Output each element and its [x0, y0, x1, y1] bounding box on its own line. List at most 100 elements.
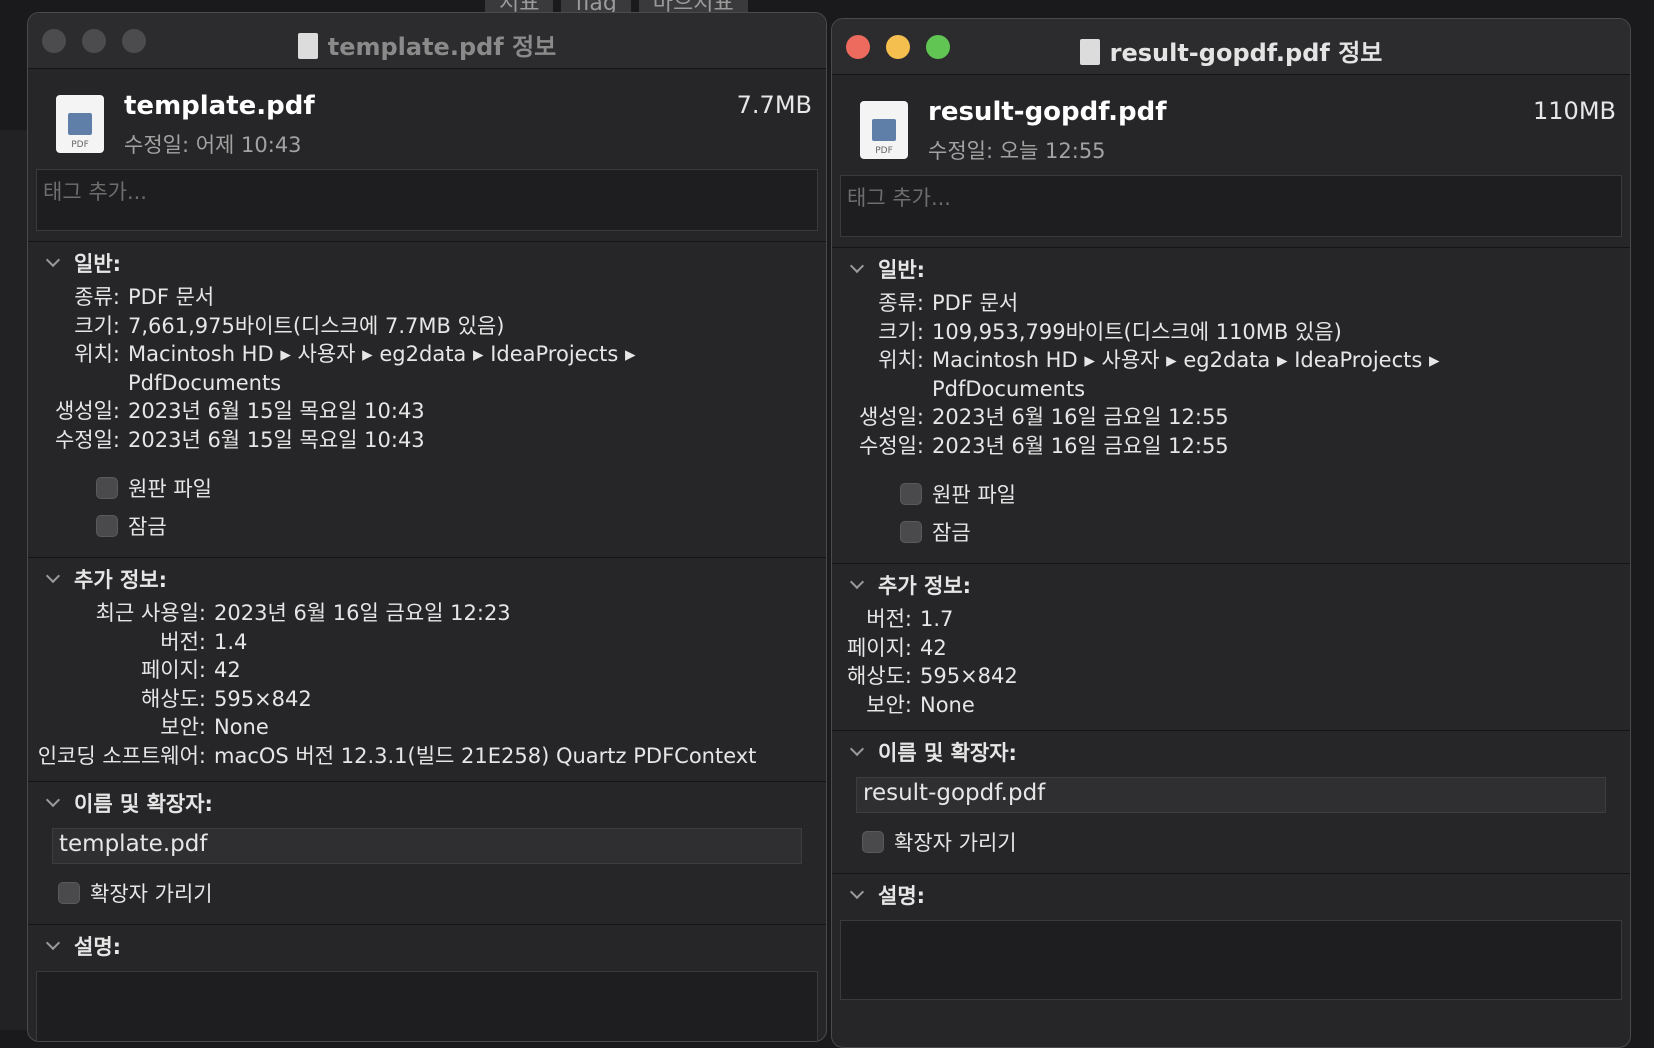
name-extension-section: 이름 및 확장자: template.pdf 확장자 가리기 — [28, 782, 826, 925]
encoding-software-value: macOS 버전 12.3.1(빌드 21E258) Quartz PDFCon… — [214, 743, 757, 768]
general-section-toggle[interactable]: 일반: — [832, 248, 1630, 290]
chevron-down-icon — [45, 935, 61, 951]
modified-value: 2023년 6월 15일 목요일 10:43 — [128, 427, 425, 452]
chevron-down-icon — [849, 574, 865, 590]
where-label: 위치: — [878, 348, 924, 372]
version-value: 1.7 — [920, 607, 954, 631]
where-label: 위치: — [74, 342, 120, 366]
pages-label: 페이지: — [846, 635, 912, 660]
locked-checkbox[interactable]: 잠금 — [96, 507, 826, 545]
last-opened-value: 2023년 6월 16일 금요일 12:23 — [214, 601, 511, 625]
general-section-toggle[interactable]: 일반: — [28, 242, 826, 284]
encoding-software-label: 인코딩 소프트웨어: — [37, 743, 206, 768]
security-label: 보안: — [160, 715, 206, 739]
created-value: 2023년 6월 16일 금요일 12:55 — [932, 405, 1229, 429]
background-window-edge — [0, 130, 28, 1030]
locked-label: 잠금 — [932, 521, 971, 545]
resolution-value: 595×842 — [214, 686, 312, 711]
pages-label: 페이지: — [140, 658, 206, 682]
last-opened-label: 최근 사용일: — [95, 601, 206, 625]
name-field[interactable]: template.pdf — [52, 828, 802, 864]
document-icon — [1079, 39, 1100, 65]
checkbox-box[interactable] — [900, 521, 922, 543]
pdf-icon-label: PDF — [875, 146, 893, 156]
more-info-list: 최근 사용일: 2023년 6월 16일 금요일 12:23 버전: 1.4 페이지… — [28, 600, 826, 769]
more-info-section-toggle[interactable]: 추가 정보: — [28, 558, 826, 600]
more-info-section: 추가 정보: 최근 사용일: 2023년 6월 16일 금요일 12:23 버전:… — [28, 558, 826, 782]
stationery-checkbox[interactable]: 원판 파일 — [96, 469, 826, 507]
hide-extension-checkbox[interactable]: 확장자 가리기 — [862, 823, 1630, 861]
modified-label: 수정일: — [54, 427, 120, 452]
window-title: result-gopdf.pdf 정보 — [832, 33, 1630, 68]
stationery-checkbox[interactable]: 원판 파일 — [900, 475, 1630, 513]
kind-label: 종류: — [878, 291, 924, 315]
checkbox-box[interactable] — [96, 477, 118, 499]
pages-value: 42 — [920, 635, 947, 660]
modified-line: 수정일: 오늘 12:55 — [928, 139, 1106, 163]
info-window-result: result-gopdf.pdf 정보 PDF result-gopdf.pdf… — [831, 18, 1631, 1048]
kind-value: PDF 문서 — [128, 285, 215, 309]
title-bar[interactable]: result-gopdf.pdf 정보 — [832, 19, 1630, 75]
file-size: 110MB — [1533, 97, 1616, 125]
section-label: 이름 및 확장자: — [878, 741, 1017, 765]
where-value-cont: PdfDocuments — [128, 370, 282, 395]
section-label: 일반: — [74, 252, 122, 276]
locked-checkbox[interactable]: 잠금 — [900, 513, 1630, 551]
checkbox-box[interactable] — [862, 831, 884, 853]
where-value: Macintosh HD ▸ 사용자 ▸ eg2data ▸ IdeaProje… — [932, 348, 1440, 372]
where-label-cont — [832, 376, 924, 403]
chevron-down-icon — [849, 741, 865, 757]
section-label: 추가 정보: — [74, 568, 167, 592]
resolution-label: 해상도: — [846, 664, 912, 688]
locked-label: 잠금 — [128, 515, 167, 539]
file-name: template.pdf — [124, 91, 315, 121]
general-section: 일반: 종류: PDF 문서 크기: 109,953,799바이트(디스크에 110… — [832, 248, 1630, 564]
security-value: None — [920, 692, 975, 717]
info-window-template: template.pdf 정보 PDF template.pdf 수정일: 어제… — [27, 12, 827, 1042]
resolution-label: 해상도: — [140, 686, 206, 711]
section-label: 설명: — [74, 935, 122, 959]
chevron-down-icon — [45, 252, 61, 268]
security-label: 보안: — [866, 692, 912, 717]
window-title: template.pdf 정보 — [28, 27, 826, 62]
kind-label: 종류: — [74, 285, 120, 309]
tags-field[interactable]: 태그 추가... — [840, 175, 1622, 237]
size-label: 크기: — [74, 313, 120, 338]
chevron-down-icon — [45, 568, 61, 584]
pdf-file-icon: PDF — [56, 95, 104, 153]
more-info-section: 추가 정보: 버전: 1.7 페이지: 42 해상도: 595×842 보안: None — [832, 564, 1630, 731]
more-info-list: 버전: 1.7 페이지: 42 해상도: 595×842 보안: None — [832, 606, 1630, 718]
where-label-cont — [28, 370, 120, 397]
window-title-text: template.pdf 정보 — [327, 33, 557, 61]
more-info-section-toggle[interactable]: 추가 정보: — [832, 564, 1630, 606]
checkbox-box[interactable] — [58, 882, 80, 904]
tags-field[interactable]: 태그 추가... — [36, 169, 818, 231]
file-name: result-gopdf.pdf — [928, 97, 1167, 127]
comments-section-toggle[interactable]: 설명: — [832, 874, 1630, 916]
file-header: PDF result-gopdf.pdf 수정일: 오늘 12:55 110MB — [832, 75, 1630, 175]
section-label: 이름 및 확장자: — [74, 792, 213, 816]
stationery-label: 원판 파일 — [128, 477, 212, 501]
title-bar[interactable]: template.pdf 정보 — [28, 13, 826, 69]
size-label: 크기: — [878, 319, 924, 344]
section-label: 설명: — [878, 884, 926, 908]
hide-extension-checkbox[interactable]: 확장자 가리기 — [58, 874, 826, 912]
comments-field[interactable] — [36, 971, 818, 1041]
window-title-text: result-gopdf.pdf 정보 — [1109, 39, 1383, 67]
name-extension-section-toggle[interactable]: 이름 및 확장자: — [832, 731, 1630, 773]
modified-label: 수정일: — [858, 433, 924, 458]
created-value: 2023년 6월 15일 목요일 10:43 — [128, 399, 425, 423]
chevron-down-icon — [849, 258, 865, 274]
comments-field[interactable] — [840, 920, 1622, 1000]
checkbox-box[interactable] — [96, 515, 118, 537]
name-field[interactable]: result-gopdf.pdf — [856, 777, 1606, 813]
comments-section-toggle[interactable]: 설명: — [28, 925, 826, 967]
chevron-down-icon — [849, 884, 865, 900]
size-value: 109,953,799바이트(디스크에 110MB 있음) — [932, 319, 1342, 344]
section-label: 추가 정보: — [878, 574, 971, 598]
modified-value: 2023년 6월 16일 금요일 12:55 — [932, 433, 1229, 458]
name-extension-section-toggle[interactable]: 이름 및 확장자: — [28, 782, 826, 824]
general-info-list: 종류: PDF 문서 크기: 109,953,799바이트(디스크에 110MB 있… — [832, 290, 1630, 459]
checkbox-box[interactable] — [900, 483, 922, 505]
version-label: 버전: — [160, 629, 206, 654]
